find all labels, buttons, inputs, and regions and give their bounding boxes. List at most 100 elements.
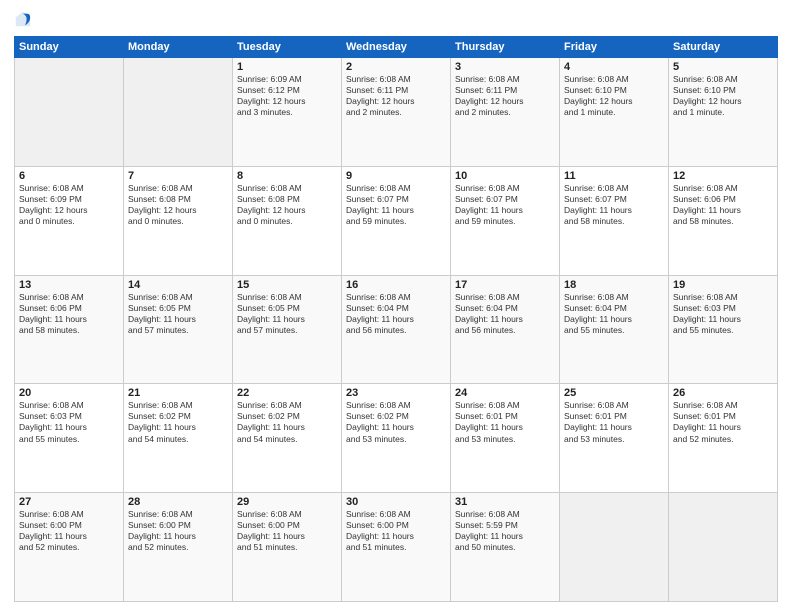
day-number: 1 (237, 61, 337, 73)
day-info: Sunrise: 6:08 AM Sunset: 6:02 PM Dayligh… (346, 400, 446, 444)
calendar-cell: 10Sunrise: 6:08 AM Sunset: 6:07 PM Dayli… (451, 166, 560, 275)
calendar-cell: 25Sunrise: 6:08 AM Sunset: 6:01 PM Dayli… (560, 384, 669, 493)
day-info: Sunrise: 6:08 AM Sunset: 6:10 PM Dayligh… (564, 74, 664, 118)
day-number: 8 (237, 170, 337, 182)
calendar-cell (15, 58, 124, 167)
calendar-table: SundayMondayTuesdayWednesdayThursdayFrid… (14, 36, 778, 602)
day-info: Sunrise: 6:08 AM Sunset: 6:05 PM Dayligh… (237, 292, 337, 336)
calendar-day-header: Friday (560, 37, 669, 58)
day-info: Sunrise: 6:08 AM Sunset: 6:02 PM Dayligh… (128, 400, 228, 444)
day-number: 21 (128, 387, 228, 399)
calendar-cell (669, 493, 778, 602)
day-number: 27 (19, 496, 119, 508)
day-info: Sunrise: 6:08 AM Sunset: 6:06 PM Dayligh… (19, 292, 119, 336)
day-info: Sunrise: 6:08 AM Sunset: 6:03 PM Dayligh… (673, 292, 773, 336)
day-number: 14 (128, 279, 228, 291)
calendar-cell: 11Sunrise: 6:08 AM Sunset: 6:07 PM Dayli… (560, 166, 669, 275)
calendar-cell: 31Sunrise: 6:08 AM Sunset: 5:59 PM Dayli… (451, 493, 560, 602)
header (14, 10, 778, 28)
calendar-cell: 21Sunrise: 6:08 AM Sunset: 6:02 PM Dayli… (124, 384, 233, 493)
calendar-cell: 17Sunrise: 6:08 AM Sunset: 6:04 PM Dayli… (451, 275, 560, 384)
calendar-cell: 24Sunrise: 6:08 AM Sunset: 6:01 PM Dayli… (451, 384, 560, 493)
calendar-cell: 1Sunrise: 6:09 AM Sunset: 6:12 PM Daylig… (233, 58, 342, 167)
day-number: 20 (19, 387, 119, 399)
day-number: 10 (455, 170, 555, 182)
calendar-cell: 4Sunrise: 6:08 AM Sunset: 6:10 PM Daylig… (560, 58, 669, 167)
day-number: 12 (673, 170, 773, 182)
day-info: Sunrise: 6:08 AM Sunset: 6:01 PM Dayligh… (455, 400, 555, 444)
calendar-cell: 12Sunrise: 6:08 AM Sunset: 6:06 PM Dayli… (669, 166, 778, 275)
day-number: 11 (564, 170, 664, 182)
calendar-cell: 8Sunrise: 6:08 AM Sunset: 6:08 PM Daylig… (233, 166, 342, 275)
calendar-cell: 20Sunrise: 6:08 AM Sunset: 6:03 PM Dayli… (15, 384, 124, 493)
day-number: 3 (455, 61, 555, 73)
day-number: 28 (128, 496, 228, 508)
logo-icon (14, 10, 32, 28)
calendar-cell: 23Sunrise: 6:08 AM Sunset: 6:02 PM Dayli… (342, 384, 451, 493)
day-number: 30 (346, 496, 446, 508)
day-info: Sunrise: 6:08 AM Sunset: 6:04 PM Dayligh… (564, 292, 664, 336)
calendar-cell (560, 493, 669, 602)
day-info: Sunrise: 6:08 AM Sunset: 6:06 PM Dayligh… (673, 183, 773, 227)
day-info: Sunrise: 6:08 AM Sunset: 6:01 PM Dayligh… (564, 400, 664, 444)
calendar-cell: 2Sunrise: 6:08 AM Sunset: 6:11 PM Daylig… (342, 58, 451, 167)
day-info: Sunrise: 6:08 AM Sunset: 6:10 PM Dayligh… (673, 74, 773, 118)
calendar-cell: 27Sunrise: 6:08 AM Sunset: 6:00 PM Dayli… (15, 493, 124, 602)
calendar-cell: 30Sunrise: 6:08 AM Sunset: 6:00 PM Dayli… (342, 493, 451, 602)
calendar-cell: 3Sunrise: 6:08 AM Sunset: 6:11 PM Daylig… (451, 58, 560, 167)
calendar-day-header: Monday (124, 37, 233, 58)
day-info: Sunrise: 6:08 AM Sunset: 6:00 PM Dayligh… (346, 509, 446, 553)
calendar-week-row: 13Sunrise: 6:08 AM Sunset: 6:06 PM Dayli… (15, 275, 778, 384)
day-info: Sunrise: 6:08 AM Sunset: 6:00 PM Dayligh… (237, 509, 337, 553)
calendar-week-row: 27Sunrise: 6:08 AM Sunset: 6:00 PM Dayli… (15, 493, 778, 602)
day-info: Sunrise: 6:08 AM Sunset: 6:11 PM Dayligh… (455, 74, 555, 118)
calendar-cell (124, 58, 233, 167)
day-number: 6 (19, 170, 119, 182)
calendar-cell: 6Sunrise: 6:08 AM Sunset: 6:09 PM Daylig… (15, 166, 124, 275)
day-number: 2 (346, 61, 446, 73)
day-info: Sunrise: 6:08 AM Sunset: 6:00 PM Dayligh… (19, 509, 119, 553)
day-info: Sunrise: 6:08 AM Sunset: 6:08 PM Dayligh… (237, 183, 337, 227)
calendar-cell: 9Sunrise: 6:08 AM Sunset: 6:07 PM Daylig… (342, 166, 451, 275)
day-number: 24 (455, 387, 555, 399)
calendar-day-header: Thursday (451, 37, 560, 58)
day-number: 17 (455, 279, 555, 291)
calendar-cell: 16Sunrise: 6:08 AM Sunset: 6:04 PM Dayli… (342, 275, 451, 384)
day-number: 26 (673, 387, 773, 399)
day-info: Sunrise: 6:08 AM Sunset: 6:02 PM Dayligh… (237, 400, 337, 444)
day-info: Sunrise: 6:09 AM Sunset: 6:12 PM Dayligh… (237, 74, 337, 118)
calendar-cell: 22Sunrise: 6:08 AM Sunset: 6:02 PM Dayli… (233, 384, 342, 493)
calendar-day-header: Sunday (15, 37, 124, 58)
day-info: Sunrise: 6:08 AM Sunset: 6:08 PM Dayligh… (128, 183, 228, 227)
calendar-day-header: Saturday (669, 37, 778, 58)
day-number: 23 (346, 387, 446, 399)
day-number: 18 (564, 279, 664, 291)
day-info: Sunrise: 6:08 AM Sunset: 6:04 PM Dayligh… (455, 292, 555, 336)
calendar-cell: 19Sunrise: 6:08 AM Sunset: 6:03 PM Dayli… (669, 275, 778, 384)
calendar-week-row: 20Sunrise: 6:08 AM Sunset: 6:03 PM Dayli… (15, 384, 778, 493)
calendar-header-row: SundayMondayTuesdayWednesdayThursdayFrid… (15, 37, 778, 58)
calendar-week-row: 1Sunrise: 6:09 AM Sunset: 6:12 PM Daylig… (15, 58, 778, 167)
day-number: 19 (673, 279, 773, 291)
day-number: 9 (346, 170, 446, 182)
calendar-cell: 5Sunrise: 6:08 AM Sunset: 6:10 PM Daylig… (669, 58, 778, 167)
day-number: 4 (564, 61, 664, 73)
day-info: Sunrise: 6:08 AM Sunset: 6:07 PM Dayligh… (455, 183, 555, 227)
calendar-cell: 18Sunrise: 6:08 AM Sunset: 6:04 PM Dayli… (560, 275, 669, 384)
logo (14, 10, 36, 28)
day-info: Sunrise: 6:08 AM Sunset: 6:00 PM Dayligh… (128, 509, 228, 553)
calendar-cell: 29Sunrise: 6:08 AM Sunset: 6:00 PM Dayli… (233, 493, 342, 602)
day-info: Sunrise: 6:08 AM Sunset: 6:11 PM Dayligh… (346, 74, 446, 118)
calendar-week-row: 6Sunrise: 6:08 AM Sunset: 6:09 PM Daylig… (15, 166, 778, 275)
calendar-cell: 28Sunrise: 6:08 AM Sunset: 6:00 PM Dayli… (124, 493, 233, 602)
calendar-day-header: Wednesday (342, 37, 451, 58)
calendar-cell: 26Sunrise: 6:08 AM Sunset: 6:01 PM Dayli… (669, 384, 778, 493)
calendar-day-header: Tuesday (233, 37, 342, 58)
day-info: Sunrise: 6:08 AM Sunset: 6:01 PM Dayligh… (673, 400, 773, 444)
day-number: 31 (455, 496, 555, 508)
day-number: 29 (237, 496, 337, 508)
day-number: 15 (237, 279, 337, 291)
day-number: 13 (19, 279, 119, 291)
day-info: Sunrise: 6:08 AM Sunset: 6:09 PM Dayligh… (19, 183, 119, 227)
day-number: 25 (564, 387, 664, 399)
